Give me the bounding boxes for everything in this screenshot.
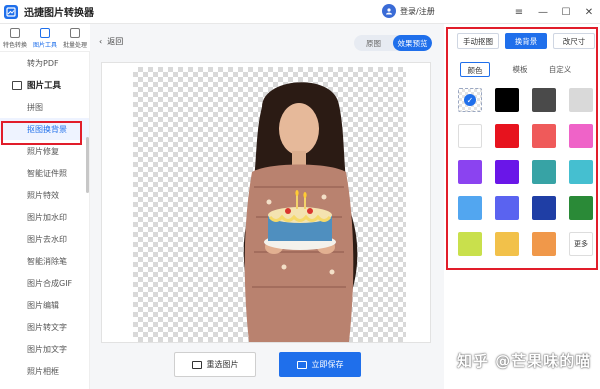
menu-item[interactable]: 智能证件照 (0, 162, 89, 184)
back-label: 返回 (107, 37, 124, 46)
menu-item[interactable]: 图片编辑 (0, 294, 89, 316)
swatch-transparent[interactable]: ✓ (458, 88, 482, 112)
color-swatch[interactable] (458, 124, 482, 148)
menu-item[interactable]: 图片加水印 (0, 206, 89, 228)
login-register-button[interactable]: 登录/注册 (382, 4, 435, 18)
transparent-background (133, 67, 406, 342)
reselect-image-button[interactable]: 重选图片 (174, 352, 256, 377)
menu-item-to-pdf[interactable]: 转为PDF (0, 52, 89, 74)
batch-icon (70, 27, 80, 38)
save-label: 立即保存 (311, 360, 344, 369)
subtab-color[interactable]: 颜色 (460, 62, 490, 77)
color-swatch[interactable] (458, 160, 482, 184)
image-icon (191, 360, 202, 369)
menu-section-label: 图片工具 (27, 81, 62, 91)
reselect-label: 重选图片 (206, 360, 239, 369)
color-swatch[interactable] (495, 196, 519, 220)
login-register-label: 登录/注册 (400, 6, 435, 16)
color-swatch[interactable] (569, 160, 593, 184)
color-swatch[interactable] (532, 196, 556, 220)
watermark: 知乎 @芒果味的喵 (457, 352, 592, 370)
convert-icon (10, 27, 20, 38)
menu-item[interactable]: 拼图 (0, 96, 89, 118)
menu-item[interactable]: 图片合成GIF (0, 272, 89, 294)
side-menu: 转为PDF 图片工具 拼图 抠图换背景 照片修复 智能证件照 照片特效 图片加水… (0, 52, 90, 389)
settings-panel: 手动抠图 换背景 改尺寸 颜色 模板 自定义 ✓ 更多 (444, 24, 600, 389)
rail-label: 图片工具 (32, 41, 57, 49)
color-swatch-grid: ✓ 更多 (458, 88, 593, 256)
color-swatch[interactable] (569, 88, 593, 112)
app-title: 迅捷图片转换器 (24, 8, 94, 19)
color-swatch[interactable] (532, 160, 556, 184)
tab-change-background[interactable]: 换背景 (505, 33, 547, 49)
color-swatch[interactable] (495, 160, 519, 184)
close-icon[interactable]: ✕ (582, 5, 596, 19)
maximize-icon[interactable]: ☐ (559, 5, 573, 19)
color-swatch[interactable] (495, 124, 519, 148)
color-swatch[interactable] (495, 232, 519, 256)
color-swatch[interactable] (458, 196, 482, 220)
rail-label: 批量处理 (62, 41, 87, 49)
color-swatch[interactable] (458, 232, 482, 256)
save-icon (296, 360, 307, 369)
menu-item[interactable]: 智能消除笔 (0, 250, 89, 272)
rail-item-image-tools[interactable]: 图片工具 (30, 24, 60, 52)
original-view-button[interactable]: 原图 (354, 35, 393, 51)
cutout-subject-image (243, 82, 358, 342)
view-toggle: 原图 效果预览 (354, 35, 432, 51)
save-now-button[interactable]: 立即保存 (279, 352, 361, 377)
tab-resize[interactable]: 改尺寸 (553, 33, 595, 49)
check-icon: ✓ (464, 94, 476, 106)
back-button[interactable]: ‹ 返回 (99, 36, 123, 47)
color-swatch[interactable] (532, 124, 556, 148)
user-avatar-icon (382, 4, 396, 18)
image-icon (12, 80, 22, 90)
menu-item[interactable]: 照片相框 (0, 360, 89, 382)
menu-scrollbar[interactable] (86, 137, 89, 193)
color-swatch[interactable] (495, 88, 519, 112)
menu-icon[interactable]: ≡ (512, 5, 526, 19)
background-subtabs: 颜色 模板 自定义 (460, 62, 580, 77)
image-canvas (101, 62, 431, 343)
rail-item-convert[interactable]: 特色转换 (0, 24, 30, 52)
title-bar: 迅捷图片转换器 登录/注册 ≡ — ☐ ✕ (0, 0, 600, 24)
highlight-box-menu (1, 121, 82, 145)
editor-area: ‹ 返回 原图 效果预览 重选图片 立即保存 (90, 24, 444, 389)
tab-manual-cutout[interactable]: 手动抠图 (457, 33, 499, 49)
rail-label: 特色转换 (2, 41, 27, 49)
app-logo-icon (4, 4, 18, 19)
color-swatch[interactable] (532, 232, 556, 256)
color-swatch[interactable] (569, 124, 593, 148)
color-swatch[interactable] (569, 196, 593, 220)
chevron-left-icon: ‹ (99, 37, 103, 46)
menu-item[interactable]: 照片特效 (0, 184, 89, 206)
feature-rail: 特色转换 图片工具 批量处理 (0, 24, 90, 52)
preview-view-button[interactable]: 效果预览 (393, 35, 432, 51)
menu-item[interactable]: 图片加文字 (0, 338, 89, 360)
more-colors-button[interactable]: 更多 (569, 232, 593, 256)
menu-section-image-tools[interactable]: 图片工具 (0, 74, 89, 96)
menu-item[interactable]: 图片去水印 (0, 228, 89, 250)
menu-item[interactable]: 图片转文字 (0, 316, 89, 338)
subtab-custom[interactable]: 自定义 (540, 62, 580, 77)
color-swatch[interactable] (532, 88, 556, 112)
image-tools-icon (40, 27, 50, 38)
minimize-icon[interactable]: — (536, 5, 550, 19)
subtab-template[interactable]: 模板 (500, 62, 540, 77)
rail-item-batch[interactable]: 批量处理 (60, 24, 90, 52)
mode-tabs: 手动抠图 换背景 改尺寸 (457, 33, 595, 49)
